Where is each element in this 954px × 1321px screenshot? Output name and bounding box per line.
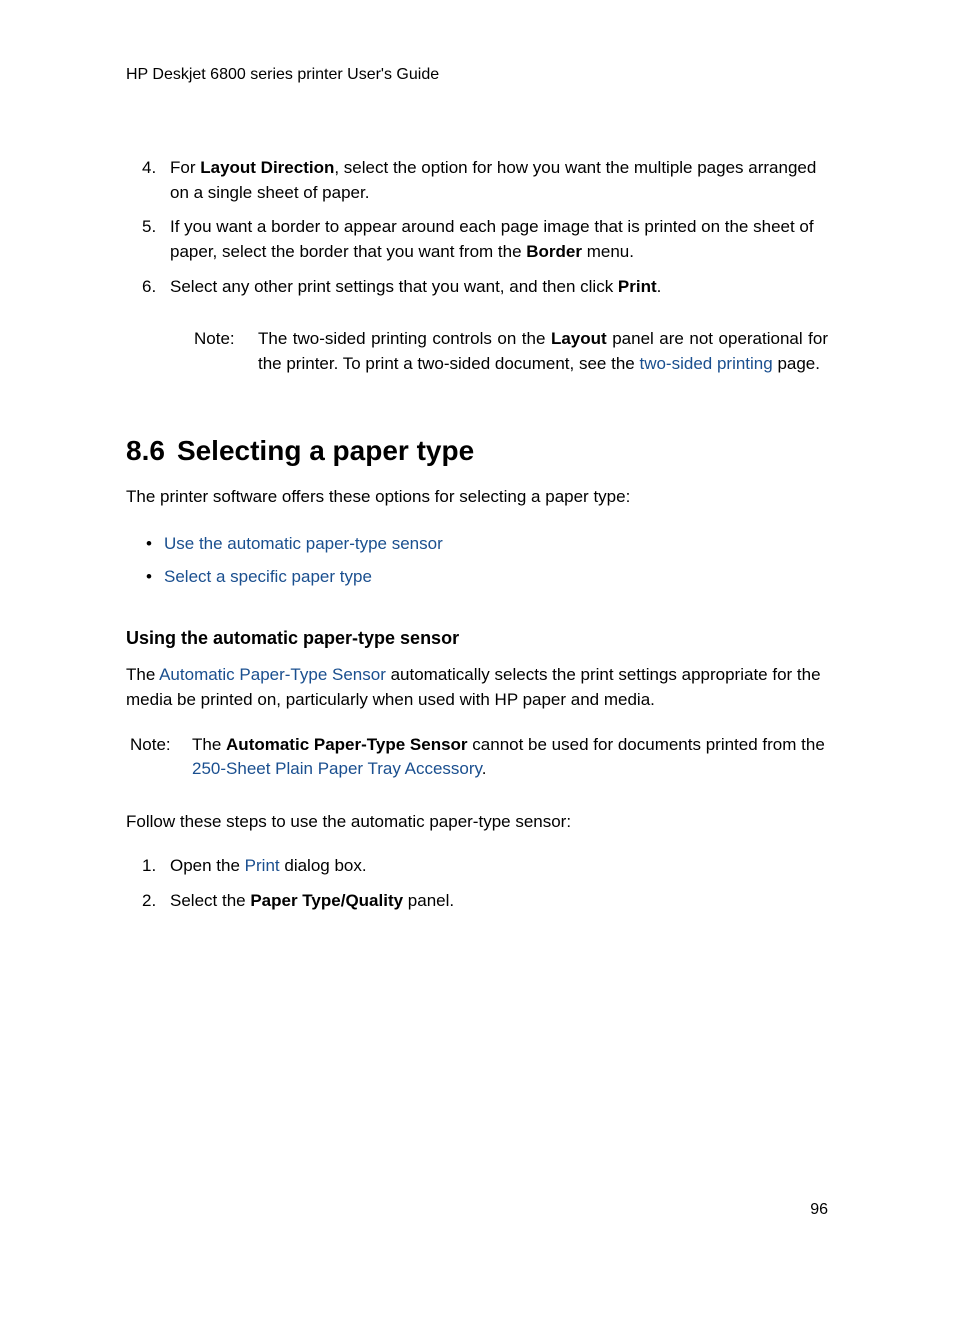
section-number: 8.6	[126, 435, 165, 466]
note-content: The Automatic Paper-Type Sensor cannot b…	[192, 733, 828, 782]
auto-paper-type-sensor-link[interactable]: Automatic Paper-Type Sensor	[159, 665, 386, 684]
bullet-item: Use the automatic paper-type sensor	[164, 532, 828, 557]
step-number: 4.	[142, 156, 156, 181]
step-bold: Layout Direction	[200, 158, 334, 177]
step-text-pre: Open the	[170, 856, 245, 875]
note-text: The	[192, 735, 226, 754]
step-number: 1.	[142, 854, 156, 879]
para-text: The	[126, 665, 159, 684]
specific-paper-link[interactable]: Select a specific paper type	[164, 567, 372, 586]
note-block-2: Note: The Automatic Paper-Type Sensor ca…	[126, 733, 828, 782]
bullet-list: Use the automatic paper-type sensor Sele…	[126, 532, 828, 589]
print-dialog-link[interactable]: Print	[245, 856, 280, 875]
step-text-post: dialog box.	[280, 856, 367, 875]
note-label: Note:	[130, 733, 192, 782]
step-text-pre: If you want a border to appear around ea…	[170, 217, 814, 261]
note-bold: Automatic Paper-Type Sensor	[226, 735, 468, 754]
paper-tray-accessory-link[interactable]: 250-Sheet Plain Paper Tray Accessory	[192, 759, 482, 778]
step-bold: Paper Type/Quality	[250, 891, 403, 910]
step-text-post: panel.	[403, 891, 454, 910]
step-4: 4. For Layout Direction, select the opti…	[170, 156, 828, 205]
intro-paragraph: The printer software offers these option…	[126, 485, 828, 510]
step-text-pre: Select any other print settings that you…	[170, 277, 618, 296]
step-text-pre: For	[170, 158, 200, 177]
step-bold: Border	[526, 242, 582, 261]
subsection-heading: Using the automatic paper-type sensor	[126, 625, 828, 651]
step-number: 5.	[142, 215, 156, 240]
step-1: 1. Open the Print dialog box.	[170, 854, 828, 879]
step-number: 6.	[142, 275, 156, 300]
auto-sensor-link[interactable]: Use the automatic paper-type sensor	[164, 534, 443, 553]
step-6: 6. Select any other print settings that …	[170, 275, 828, 300]
note-text: .	[482, 759, 487, 778]
step-5: 5. If you want a border to appear around…	[170, 215, 828, 264]
step-text-pre: Select the	[170, 891, 250, 910]
note-text: cannot be used for documents printed fro…	[468, 735, 825, 754]
followsteps-para: Follow these steps to use the automatic …	[126, 810, 828, 835]
document-header: HP Deskjet 6800 series printer User's Gu…	[126, 63, 828, 86]
bullet-item: Select a specific paper type	[164, 565, 828, 590]
step-bold: Print	[618, 277, 657, 296]
section-title: Selecting a paper type	[177, 435, 474, 466]
note-bold: Layout	[551, 329, 607, 348]
section-heading: 8.6 Selecting a paper type	[126, 431, 828, 472]
step-number: 2.	[142, 889, 156, 914]
two-sided-printing-link[interactable]: two-sided printing	[639, 354, 772, 373]
page-number: 96	[810, 1198, 828, 1221]
steps-list-1: 4. For Layout Direction, select the opti…	[126, 156, 828, 299]
note-label: Note:	[194, 327, 258, 376]
paragraph: The Automatic Paper-Type Sensor automati…	[126, 663, 828, 712]
note-text: The two-sided printing controls on the	[258, 329, 551, 348]
step-2: 2. Select the Paper Type/Quality panel.	[170, 889, 828, 914]
note-content: The two-sided printing controls on the L…	[258, 327, 828, 376]
steps-list-2: 1. Open the Print dialog box. 2. Select …	[126, 854, 828, 913]
note-block-1: Note: The two-sided printing controls on…	[126, 327, 828, 376]
step-text-post: .	[657, 277, 662, 296]
note-text: page.	[773, 354, 820, 373]
step-text-post: menu.	[582, 242, 634, 261]
